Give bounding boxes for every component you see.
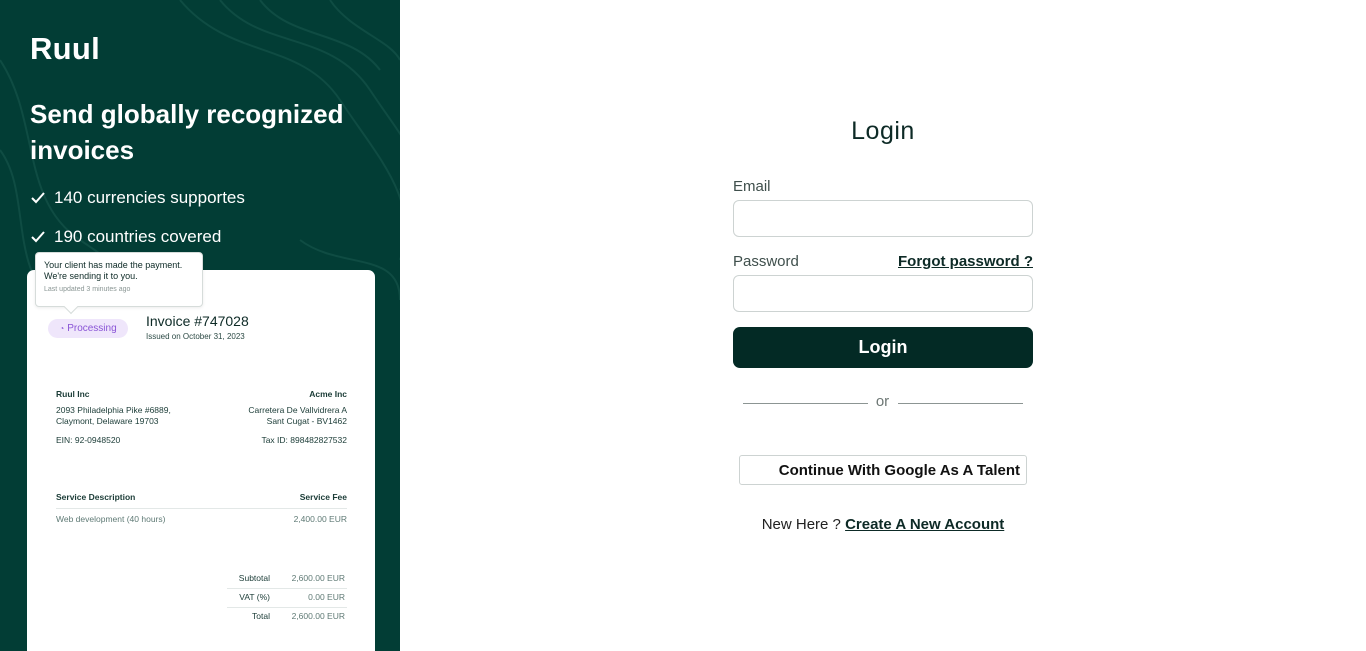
- feature-item: 140 currencies supportes: [30, 188, 245, 208]
- total-value: 2,600.00 EUR: [291, 611, 345, 621]
- create-account-link[interactable]: Create A New Account: [845, 516, 1004, 533]
- email-label: Email: [733, 178, 771, 195]
- feature-item: 190 countries covered: [30, 227, 221, 247]
- line-item-fee: 2,400.00 EUR: [293, 514, 347, 524]
- divider: [227, 588, 347, 589]
- divider: [56, 508, 347, 509]
- new-here-text: New Here ?: [761, 516, 841, 533]
- client-tax-id: Tax ID: 898482827532: [261, 435, 347, 445]
- sender-address-line-1: 2093 Philadelphia Pike #6889,: [56, 405, 171, 415]
- headline: Send globally recognized invoices: [30, 99, 344, 165]
- payment-tooltip: Your client has made the payment. We're …: [35, 252, 203, 315]
- login-title: Login: [851, 117, 915, 145]
- total-label: Total: [252, 611, 270, 621]
- check-icon: [31, 231, 45, 243]
- forgot-password-link[interactable]: Forgot password ?: [880, 253, 1033, 270]
- login-button[interactable]: Login: [733, 327, 1033, 368]
- divider-left: [743, 403, 868, 404]
- tooltip-message: Your client has made the payment. We're …: [44, 260, 183, 281]
- brand-logo: Ruul: [30, 31, 101, 66]
- feature-label: 190 countries covered: [54, 227, 222, 246]
- divider: [227, 607, 347, 608]
- client-address-line-1: Carretera De Vallvidrera A: [248, 405, 347, 415]
- password-field[interactable]: [733, 275, 1033, 312]
- vat-value: 0.00 EUR: [308, 592, 345, 602]
- subtotal-value: 2,600.00 EUR: [291, 573, 345, 583]
- feature-label: 140 currencies supportes: [54, 188, 245, 207]
- column-header-description: Service Description: [56, 492, 136, 502]
- sender-address-line-2: Claymont, Delaware 19703: [56, 416, 159, 426]
- subtotal-label: Subtotal: [238, 573, 270, 583]
- google-signin-button[interactable]: Continue With Google As A Talent: [739, 455, 1027, 485]
- client-address-line-2: Sant Cugat - BV1462: [266, 416, 347, 426]
- column-header-fee: Service Fee: [299, 492, 347, 502]
- invoice-number: Invoice #747028: [146, 313, 249, 329]
- check-icon: [31, 192, 45, 204]
- invoice-date: Issued on October 31, 2023: [146, 332, 245, 341]
- or-separator: or: [875, 393, 890, 410]
- invoice-preview: ◔ Processing Invoice #747028 Issued on O…: [27, 270, 375, 651]
- client-name: Acme Inc: [309, 389, 347, 399]
- processing-icon: ◔: [59, 324, 65, 333]
- email-field[interactable]: [733, 200, 1033, 237]
- line-item-description: Web development (40 hours): [56, 514, 166, 524]
- vat-label: VAT (%): [239, 592, 270, 602]
- status-badge: ◔ Processing: [48, 319, 128, 338]
- status-label: Processing: [67, 323, 117, 334]
- tooltip-timestamp: Last updated 3 minutes ago: [44, 286, 131, 293]
- sender-name: Ruul Inc: [56, 389, 90, 399]
- divider-right: [898, 403, 1023, 404]
- password-label: Password: [733, 253, 799, 270]
- sender-tax-id: EIN: 92-0948520: [56, 435, 121, 445]
- signup-prompt: New Here ? Create A New Account: [733, 516, 1033, 533]
